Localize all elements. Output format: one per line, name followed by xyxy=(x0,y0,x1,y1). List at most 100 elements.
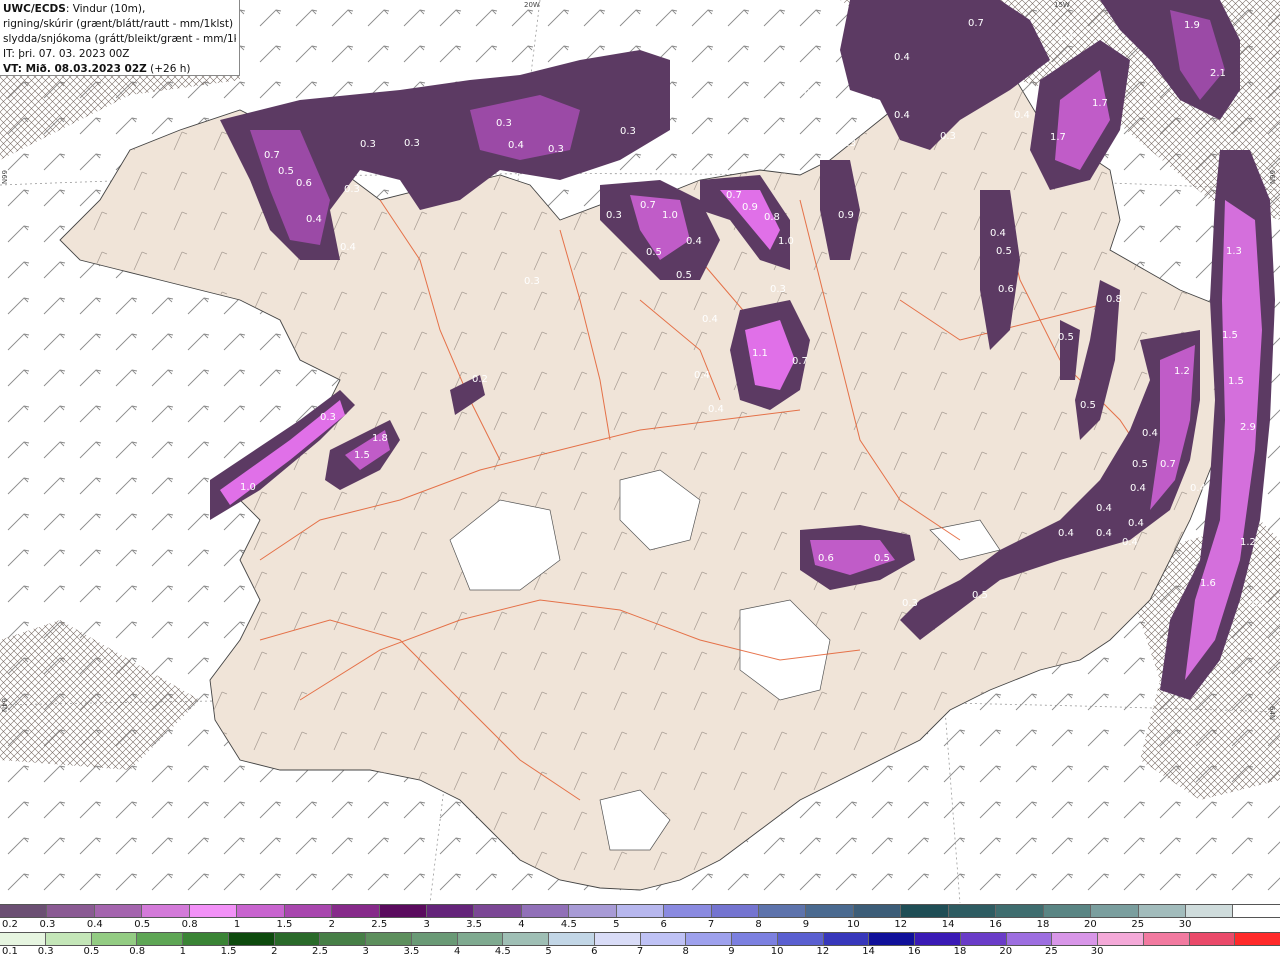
legend-label: 30 xyxy=(1090,946,1104,957)
legend-swatch xyxy=(378,905,426,917)
legend-label: 5 xyxy=(613,919,620,930)
precip-value: 0.9 xyxy=(742,202,758,213)
legend-label: 18 xyxy=(953,946,967,957)
lat-label-64n-left: 64N xyxy=(0,698,8,712)
legend-swatch xyxy=(456,933,503,945)
legend-swatch xyxy=(283,905,332,917)
precip-value: 0.4 xyxy=(1128,518,1144,529)
precip-value: 0.3 xyxy=(840,138,856,149)
legend-swatch xyxy=(141,905,189,917)
legend-label: 0.2 xyxy=(2,919,18,930)
legend-swatch xyxy=(1051,933,1097,945)
legend-label: 10 xyxy=(770,946,784,957)
legend-swatch xyxy=(639,933,686,945)
precip-value: 0.3 xyxy=(770,284,786,295)
precip-value: 1.5 xyxy=(354,450,370,461)
precip-value: 0.5 xyxy=(278,166,294,177)
precip-value: 1.1 xyxy=(752,348,768,359)
legend-swatch xyxy=(1005,933,1052,945)
snow-color-bar xyxy=(0,904,1280,918)
legend-swatch xyxy=(331,905,379,917)
precip-value: 1.7 xyxy=(1092,98,1108,109)
legend-label: 25 xyxy=(1045,946,1058,957)
legend-swatch xyxy=(822,933,869,945)
legend-label: 1.5 xyxy=(276,919,293,930)
model-name: UWC/ECDS xyxy=(3,3,66,15)
legend-label: 3.5 xyxy=(403,946,420,957)
lon-label-20w: 20W xyxy=(524,1,540,9)
legend-swatch xyxy=(44,933,91,945)
valid-time: VT: Mið. 08.03.2023 02Z xyxy=(3,63,147,75)
legend-label: 0.8 xyxy=(129,946,146,957)
legend-label: 20 xyxy=(999,946,1013,957)
legend-swatch xyxy=(568,905,616,917)
precip-value: 0.7 xyxy=(792,356,808,367)
legend-label: 4.5 xyxy=(560,919,577,930)
legend-label: 8 xyxy=(682,946,689,957)
snow-legend-labels: 0.2 0.3 0.4 0.5 0.8 1 1.5 2 2.5 3 3.5 4 4.5 5 6 7 8 9 10 12… xyxy=(0,919,1280,933)
precip-value: 0.7 xyxy=(640,200,656,211)
precip-value: 0.5 xyxy=(676,270,692,281)
precip-value: 0.5 xyxy=(972,590,988,601)
legend-swatch xyxy=(776,933,823,945)
precip-value: 0.5 xyxy=(1132,459,1148,470)
precip-value: 0.7 xyxy=(264,150,280,161)
legend-label: 12 xyxy=(816,946,830,957)
legend-swatch xyxy=(1042,905,1091,917)
precip-value: 1.5 xyxy=(1228,376,1244,387)
precip-value: 0.3 xyxy=(940,131,956,142)
legend-swatch xyxy=(914,933,960,945)
legend-label: 3 xyxy=(362,946,369,957)
weather-map[interactable]: 0.7 0.5 0.6 0.4 0.3 0.4 0.3 0.3 0.4 0.3 … xyxy=(0,0,1280,903)
legend-swatch xyxy=(473,905,521,917)
precip-value: 1.2 xyxy=(1240,537,1256,548)
precip-value: 0.5 xyxy=(874,553,890,564)
legend-swatch xyxy=(995,905,1043,917)
initial-time: IT: þri. 07. 03. 2023 00Z xyxy=(3,48,130,60)
legend-swatch xyxy=(319,933,365,945)
precip-value: 0.3 xyxy=(606,210,622,221)
legend-label: 5 xyxy=(545,946,552,957)
precip-value: 0.5 xyxy=(1080,400,1096,411)
legend-swatch xyxy=(710,905,758,917)
legend-swatch xyxy=(410,933,457,945)
precip-value: 0.4 xyxy=(894,110,910,121)
rain-color-bar xyxy=(0,932,1280,946)
precip-value: 0.5 xyxy=(996,246,1012,257)
legend-label: 20 xyxy=(1083,919,1097,930)
legend-label: 16 xyxy=(989,919,1002,930)
legend-label: 10 xyxy=(846,919,860,930)
precip-value: 1.3 xyxy=(1226,246,1242,257)
precip-value: 0.3 xyxy=(902,598,918,609)
precip-value: 0.3 xyxy=(548,144,564,155)
legend-swatch xyxy=(1137,905,1185,917)
legend-swatch xyxy=(900,905,948,917)
precip-value: 0.6 xyxy=(296,178,312,189)
precip-value: 0.4 xyxy=(1058,528,1074,539)
legend-label: 12 xyxy=(894,919,908,930)
legend-swatch xyxy=(273,933,320,945)
legend-label: 18 xyxy=(1036,919,1050,930)
field-description: : Vindur (10m), xyxy=(65,3,146,15)
lon-label-15w: 15W xyxy=(1054,1,1070,9)
legend-label: 1.5 xyxy=(220,946,237,957)
legend-swatch xyxy=(1188,933,1235,945)
precip-value: 1.2 xyxy=(1174,366,1190,377)
legend-swatch xyxy=(227,933,274,945)
precip-value: 0.8 xyxy=(764,212,780,223)
legend-label: 4.5 xyxy=(494,946,511,957)
precip-value: 0.4 xyxy=(1142,428,1158,439)
precip-value: 0.4 xyxy=(1096,528,1112,539)
precip-value: 0.3 xyxy=(344,184,360,195)
legend-label: 0.8 xyxy=(181,919,198,930)
precip-value: 0.4 xyxy=(990,228,1006,239)
precip-value: 0.4 xyxy=(708,404,724,415)
legend-label: 2.5 xyxy=(312,946,328,957)
legend-swatch xyxy=(1234,933,1280,945)
legend-label: 30 xyxy=(1178,919,1192,930)
legend-label: 0.5 xyxy=(134,919,151,930)
precip-value: 0.4 xyxy=(306,214,322,225)
precip-value: 0.7 xyxy=(968,18,984,29)
legend-label: 6 xyxy=(591,946,598,957)
legend-label: 3 xyxy=(423,919,430,930)
